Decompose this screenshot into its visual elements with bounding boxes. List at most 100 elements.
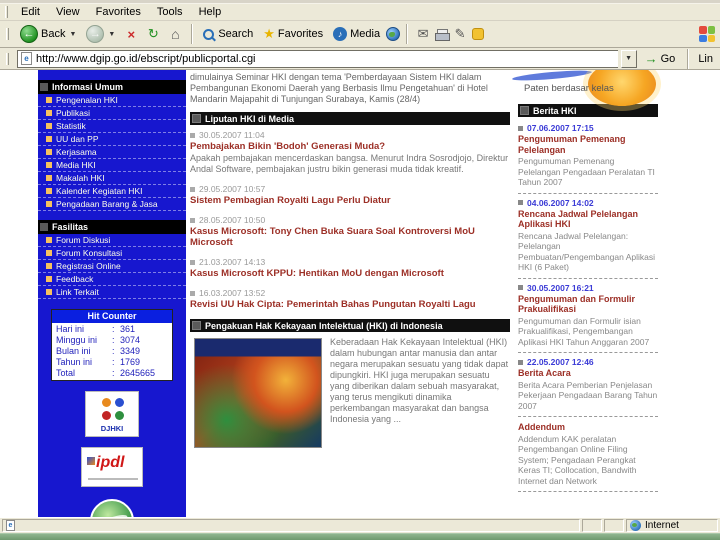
sidebar-item-pengenalan-hki[interactable]: Pengenalan HKI (38, 94, 186, 107)
bullet-icon (190, 290, 195, 296)
back-dropdown-icon[interactable]: ▼ (69, 31, 76, 38)
sidebar-item-label: Pengenalan HKI (56, 95, 118, 105)
bullet-icon (46, 201, 52, 207)
history-globe-icon[interactable] (386, 27, 401, 41)
home-button[interactable]: ⌂ (165, 26, 185, 42)
sidebar-section-fasilitas: Fasilitas (38, 220, 186, 234)
media-button[interactable]: ♪ Media (329, 25, 384, 43)
menu-view[interactable]: View (48, 5, 88, 19)
links-label[interactable]: Lin (695, 53, 716, 65)
status-bar: e Internet (0, 517, 720, 533)
section-marker-icon (192, 321, 201, 330)
sidebar-item-makalah-hki[interactable]: Makalah HKI (38, 172, 186, 185)
sidebar-item-forum-konsultasi[interactable]: Forum Konsultasi (38, 247, 186, 260)
bullet-icon (190, 217, 195, 223)
partner-logo[interactable] (90, 499, 134, 517)
berita-title-link[interactable]: Rencana Jadwal Pelelangan Aplikasi HKI (518, 209, 658, 230)
ipdl-logo[interactable]: ipdl (81, 447, 143, 487)
mail-button[interactable]: ✉ (413, 26, 433, 42)
news-title-link[interactable]: Revisi UU Hak Cipta: Pemerintah Bahas Pu… (190, 299, 510, 310)
forward-dropdown-icon[interactable]: ▼ (108, 31, 115, 38)
address-input[interactable]: e http://www.dgip.go.id/ebscript/publicp… (17, 49, 618, 68)
bullet-icon (190, 132, 195, 138)
news-title-link[interactable]: Pembajakan Bikin 'Bodoh' Generasi Muda? (190, 141, 510, 152)
status-segment (582, 519, 602, 532)
forward-button[interactable]: → ▼ (82, 23, 119, 45)
sidebar-item-label: UU dan PP (56, 134, 99, 144)
browser-window: Edit View Favorites Tools Help ← Back ▼ … (0, 0, 720, 540)
address-dropdown-button[interactable]: ▼ (620, 49, 637, 68)
toolbar-separator (406, 24, 408, 44)
bullet-icon (518, 200, 523, 205)
news-item: 29.05.2007 10:57 Sistem Pembagian Royalt… (190, 184, 510, 206)
sidebar-item-feedback[interactable]: Feedback (38, 273, 186, 286)
messenger-icon[interactable] (472, 28, 485, 40)
sidebar-item-statistik[interactable]: Statistik (38, 120, 186, 133)
news-title-link[interactable]: Sistem Pembagian Royalti Lagu Perlu Diat… (190, 195, 510, 206)
sidebar-item-uu-dan-pp[interactable]: UU dan PP (38, 133, 186, 146)
back-icon: ← (20, 25, 38, 43)
news-title-link[interactable]: Kasus Microsoft: Tony Chen Buka Suara So… (190, 226, 510, 248)
berita-title-link[interactable]: Berita Acara (518, 368, 658, 379)
address-grip[interactable] (6, 52, 9, 65)
go-button[interactable]: → Go (640, 51, 681, 66)
menu-favorites[interactable]: Favorites (88, 5, 149, 19)
menu-grip[interactable] (5, 6, 8, 18)
menu-edit[interactable]: Edit (13, 5, 48, 19)
stop-button[interactable]: × (121, 27, 141, 42)
counter-value: 1769 (120, 357, 141, 367)
section-title: Liputan HKI di Media (205, 113, 294, 124)
menu-bar: Edit View Favorites Tools Help (0, 4, 720, 21)
ipdl-emblem-icon (87, 457, 95, 465)
bullet-icon (46, 123, 52, 129)
berita-date: 07.06.2007 17:15 (518, 123, 658, 133)
toolbar-separator (191, 24, 193, 44)
berita-body: Rencana Jadwal Pelelangan: Pelelangan Pe… (518, 230, 656, 273)
news-item: 21.03.2007 14:13 Kasus Microsoft KPPU: H… (190, 257, 510, 279)
news-body: Apakah pembajakan mencerdaskan bangsa. M… (190, 153, 509, 174)
print-button[interactable] (435, 28, 451, 41)
sidebar-item-forum-diskusi[interactable]: Forum Diskusi (38, 234, 186, 247)
back-button[interactable]: ← Back ▼ (16, 23, 80, 45)
media-label: Media (350, 28, 381, 40)
taskbar-edge[interactable] (0, 533, 720, 540)
menu-tools[interactable]: Tools (149, 5, 191, 19)
sidebar-item-label: Feedback (56, 274, 94, 284)
djhki-logo[interactable]: DJHKI (85, 391, 139, 437)
hit-counter-row: Bulan ini 3349 (52, 345, 172, 356)
security-zone-segment: Internet (626, 519, 718, 532)
sidebar-item-kalender[interactable]: Kalender Kegiatan HKI (38, 185, 186, 198)
sidebar-item-label: Media HKI (56, 160, 96, 170)
news-title-link[interactable]: Kasus Microsoft KPPU: Hentikan MoU denga… (190, 268, 510, 279)
sidebar-item-label: Forum Diskusi (56, 235, 111, 245)
counter-label: Bulan ini (56, 346, 91, 356)
berita-title-link[interactable]: Pengumuman dan Formulir Prakualifikasi (518, 294, 658, 315)
bullet-icon (46, 110, 52, 116)
page-icon: e (21, 52, 32, 65)
edit-page-button[interactable]: ✎ (450, 26, 470, 42)
refresh-button[interactable]: ↻ (143, 26, 163, 42)
counter-colon (112, 357, 120, 367)
bullet-icon (46, 263, 52, 269)
favorites-label: Favorites (277, 28, 324, 40)
search-button[interactable]: Search (198, 26, 257, 43)
berita-item: 07.06.2007 17:15 Pengumuman Pemenang Pel… (518, 119, 658, 194)
counter-colon (112, 368, 120, 378)
favorites-button[interactable]: ★ Favorites (259, 24, 327, 44)
berita-title-link[interactable]: Pengumuman Pemenang Pelelangan (518, 134, 658, 155)
status-message-segment: e (2, 519, 580, 532)
banner-swoosh-icon (511, 70, 593, 83)
berita-title-link[interactable]: Addendum (518, 422, 658, 433)
sidebar-item-registrasi-online[interactable]: Registrasi Online (38, 260, 186, 273)
menu-help[interactable]: Help (191, 5, 230, 19)
sidebar-item-media-hki[interactable]: Media HKI (38, 159, 186, 172)
sidebar-item-kerjasama[interactable]: Kerjasama (38, 146, 186, 159)
ipdl-logo-label: ipdl (96, 454, 125, 471)
toolbar-grip[interactable] (6, 28, 9, 40)
sidebar-item-pengadaan[interactable]: Pengadaan Barang & Jasa (38, 198, 186, 211)
left-sidebar: Informasi Umum Pengenalan HKI Publikasi … (38, 70, 186, 517)
berita-body: Pengumuman Pemenang Pelelangan Pengadaan… (518, 156, 655, 187)
sidebar-item-publikasi[interactable]: Publikasi (38, 107, 186, 120)
sidebar-item-label: Registrasi Online (56, 261, 121, 271)
sidebar-item-link-terkait[interactable]: Link Terkait (38, 286, 186, 299)
